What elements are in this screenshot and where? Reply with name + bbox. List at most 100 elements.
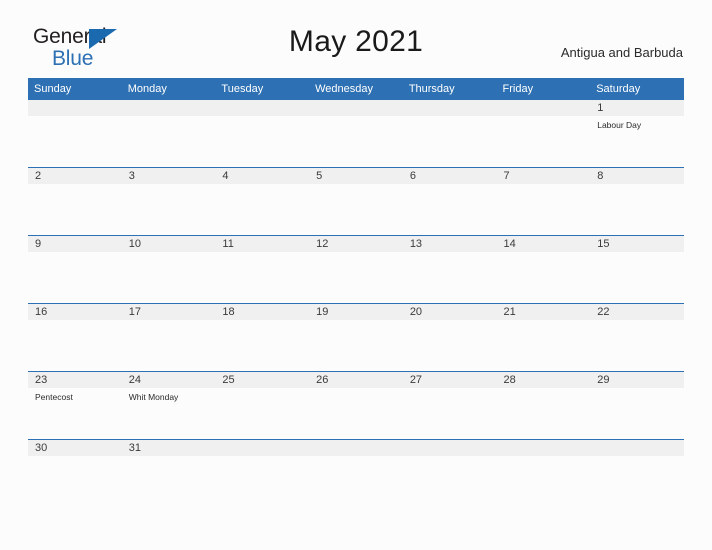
calendar-day-cell[interactable] bbox=[402, 100, 497, 168]
calendar-day-cell[interactable]: 18 bbox=[215, 303, 310, 372]
holiday-label bbox=[403, 320, 497, 324]
calendar-week-row: 9 10 11 12 13 14 15 bbox=[28, 235, 684, 304]
holiday-label: Whit Monday bbox=[128, 392, 179, 402]
calendar-day-cell[interactable]: 25 bbox=[215, 371, 310, 440]
holiday-label bbox=[28, 320, 122, 324]
calendar-day-cell[interactable] bbox=[28, 100, 122, 168]
holiday-label bbox=[309, 252, 403, 256]
calendar-day-cell[interactable]: 20 bbox=[402, 303, 497, 372]
calendar-day-cell[interactable]: 3 bbox=[121, 167, 216, 236]
calendar-day-cell[interactable]: 22 bbox=[590, 303, 684, 372]
day-number bbox=[590, 440, 684, 456]
day-number bbox=[215, 100, 310, 116]
calendar-day-cell[interactable] bbox=[309, 439, 403, 507]
holiday-label bbox=[497, 116, 591, 120]
calendar-header-row: Sunday Monday Tuesday Wednesday Thursday… bbox=[28, 78, 684, 100]
day-number bbox=[496, 100, 591, 116]
calendar-day-cell[interactable] bbox=[590, 439, 684, 507]
calendar-day-cell[interactable]: 17 bbox=[121, 303, 216, 372]
holiday-label bbox=[403, 184, 497, 188]
calendar-day-cell[interactable]: 27 bbox=[402, 371, 497, 440]
holiday-label bbox=[28, 184, 122, 188]
calendar-day-cell[interactable]: 6 bbox=[402, 167, 497, 236]
page-header: General Blue May 2021 Antigua and Barbud… bbox=[0, 0, 712, 69]
day-number: 23 bbox=[28, 372, 122, 388]
day-number: 21 bbox=[496, 304, 591, 320]
holiday-label bbox=[309, 116, 403, 120]
holiday-label bbox=[28, 456, 122, 460]
day-number bbox=[28, 100, 122, 116]
calendar-day-cell[interactable] bbox=[309, 100, 403, 168]
weekday-header-tuesday: Tuesday bbox=[215, 78, 310, 100]
calendar-day-cell[interactable]: 31 bbox=[121, 439, 216, 507]
day-number bbox=[121, 100, 216, 116]
holiday-label bbox=[122, 184, 216, 188]
holiday-label bbox=[403, 388, 497, 392]
calendar-day-cell[interactable]: 29 bbox=[590, 371, 684, 440]
holiday-label bbox=[590, 184, 684, 188]
weekday-header-monday: Monday bbox=[121, 78, 216, 100]
calendar-day-cell[interactable] bbox=[402, 439, 497, 507]
calendar-day-cell[interactable]: 15 bbox=[590, 235, 684, 304]
calendar-body: 1 Labour Day 2 3 4 5 6 7 8 9 10 11 12 13 … bbox=[28, 100, 684, 507]
calendar-day-cell[interactable]: 7 bbox=[496, 167, 591, 236]
calendar-day-cell[interactable] bbox=[496, 439, 591, 507]
holiday-label bbox=[497, 320, 591, 324]
day-number: 14 bbox=[496, 236, 591, 252]
calendar-day-cell[interactable]: 24 Whit Monday bbox=[121, 371, 216, 440]
calendar-day-cell[interactable] bbox=[496, 100, 591, 168]
holiday-label bbox=[309, 320, 403, 324]
weekday-header-saturday: Saturday bbox=[590, 78, 684, 100]
holiday-label bbox=[590, 320, 684, 324]
holiday-label bbox=[590, 456, 684, 460]
calendar-day-cell[interactable]: 10 bbox=[121, 235, 216, 304]
day-number: 13 bbox=[402, 236, 497, 252]
calendar-day-cell[interactable]: 30 bbox=[28, 439, 122, 507]
calendar-day-cell[interactable]: 11 bbox=[215, 235, 310, 304]
holiday-label bbox=[215, 184, 309, 188]
calendar-day-cell[interactable] bbox=[215, 439, 310, 507]
holiday-label bbox=[215, 456, 309, 460]
calendar-day-cell[interactable]: 4 bbox=[215, 167, 310, 236]
day-number bbox=[496, 440, 591, 456]
calendar-day-cell[interactable]: 16 bbox=[28, 303, 122, 372]
calendar-day-cell[interactable]: 26 bbox=[309, 371, 403, 440]
calendar-week-row: 2 3 4 5 6 7 8 bbox=[28, 167, 684, 236]
calendar-day-cell[interactable]: 5 bbox=[309, 167, 403, 236]
calendar-day-cell[interactable]: 23 Pentecost bbox=[28, 371, 122, 440]
calendar-day-cell[interactable] bbox=[121, 100, 216, 168]
calendar-day-cell[interactable]: 14 bbox=[496, 235, 591, 304]
day-number: 30 bbox=[28, 440, 122, 456]
day-number: 6 bbox=[402, 168, 497, 184]
day-number bbox=[215, 440, 310, 456]
holiday-label bbox=[403, 252, 497, 256]
calendar-day-cell[interactable]: 19 bbox=[309, 303, 403, 372]
holiday-label: Labour Day bbox=[597, 120, 642, 130]
holiday-label bbox=[590, 388, 684, 392]
holiday-label bbox=[497, 184, 591, 188]
day-number: 4 bbox=[215, 168, 310, 184]
holiday-label bbox=[497, 456, 591, 460]
calendar-day-cell[interactable] bbox=[215, 100, 310, 168]
calendar-day-cell[interactable]: 1 Labour Day bbox=[590, 100, 684, 168]
calendar-day-cell[interactable]: 13 bbox=[402, 235, 497, 304]
holiday-label bbox=[309, 388, 403, 392]
holiday-label bbox=[590, 252, 684, 256]
holiday-label bbox=[403, 456, 497, 460]
calendar-day-cell[interactable]: 9 bbox=[28, 235, 122, 304]
calendar-day-cell[interactable]: 8 bbox=[590, 167, 684, 236]
holiday-label bbox=[122, 320, 216, 324]
calendar-day-cell[interactable]: 28 bbox=[496, 371, 591, 440]
calendar-day-cell[interactable]: 12 bbox=[309, 235, 403, 304]
day-number: 25 bbox=[215, 372, 310, 388]
calendar-day-cell[interactable]: 2 bbox=[28, 167, 122, 236]
calendar-day-cell[interactable]: 21 bbox=[496, 303, 591, 372]
holiday-label bbox=[215, 388, 309, 392]
day-number: 15 bbox=[590, 236, 684, 252]
day-number: 24 bbox=[121, 372, 216, 388]
weekday-header-thursday: Thursday bbox=[402, 78, 497, 100]
day-number: 10 bbox=[121, 236, 216, 252]
weekday-header-wednesday: Wednesday bbox=[309, 78, 403, 100]
day-number: 29 bbox=[590, 372, 684, 388]
day-number: 27 bbox=[402, 372, 497, 388]
